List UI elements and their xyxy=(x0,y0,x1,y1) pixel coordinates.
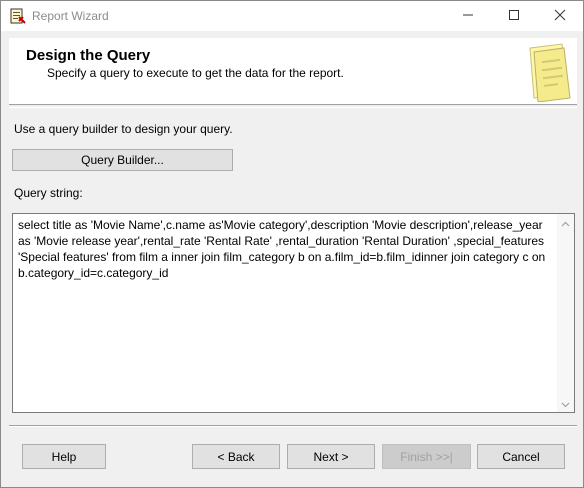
next-button[interactable]: Next > xyxy=(287,444,375,469)
document-page-icon xyxy=(524,42,574,103)
back-button[interactable]: < Back xyxy=(192,444,280,469)
footer-divider-highlight xyxy=(9,426,577,427)
query-builder-button[interactable]: Query Builder... xyxy=(12,149,233,171)
wizard-header: Design the Query Specify a query to exec… xyxy=(9,38,577,105)
finish-button[interactable]: Finish >>| xyxy=(382,444,471,469)
vertical-scrollbar[interactable] xyxy=(557,214,574,412)
close-icon xyxy=(554,9,566,24)
close-button[interactable] xyxy=(537,1,583,31)
query-string-label: Query string: xyxy=(14,186,83,200)
report-wizard-icon xyxy=(10,8,26,24)
minimize-button[interactable] xyxy=(445,1,491,31)
chevron-down-icon xyxy=(561,397,570,411)
query-string-input[interactable]: select title as 'Movie Name',c.name as'M… xyxy=(12,213,575,413)
scroll-down-button[interactable] xyxy=(557,395,574,412)
cancel-button[interactable]: Cancel xyxy=(477,444,565,469)
title-bar[interactable]: Report Wizard xyxy=(1,1,583,31)
maximize-icon xyxy=(508,9,520,24)
page-subtitle: Specify a query to execute to get the da… xyxy=(47,66,344,80)
query-string-text[interactable]: select title as 'Movie Name',c.name as'M… xyxy=(18,217,555,281)
help-button[interactable]: Help xyxy=(22,444,106,469)
chevron-up-icon xyxy=(561,216,570,230)
instruction-text: Use a query builder to design your query… xyxy=(14,122,233,136)
maximize-button[interactable] xyxy=(491,1,537,31)
page-title: Design the Query xyxy=(26,47,151,64)
report-wizard-window: Report Wizard Design the Query Specify a… xyxy=(0,0,584,488)
header-divider xyxy=(9,107,577,108)
window-title: Report Wizard xyxy=(32,9,109,23)
scroll-up-button[interactable] xyxy=(557,214,574,231)
minimize-icon xyxy=(462,9,474,24)
